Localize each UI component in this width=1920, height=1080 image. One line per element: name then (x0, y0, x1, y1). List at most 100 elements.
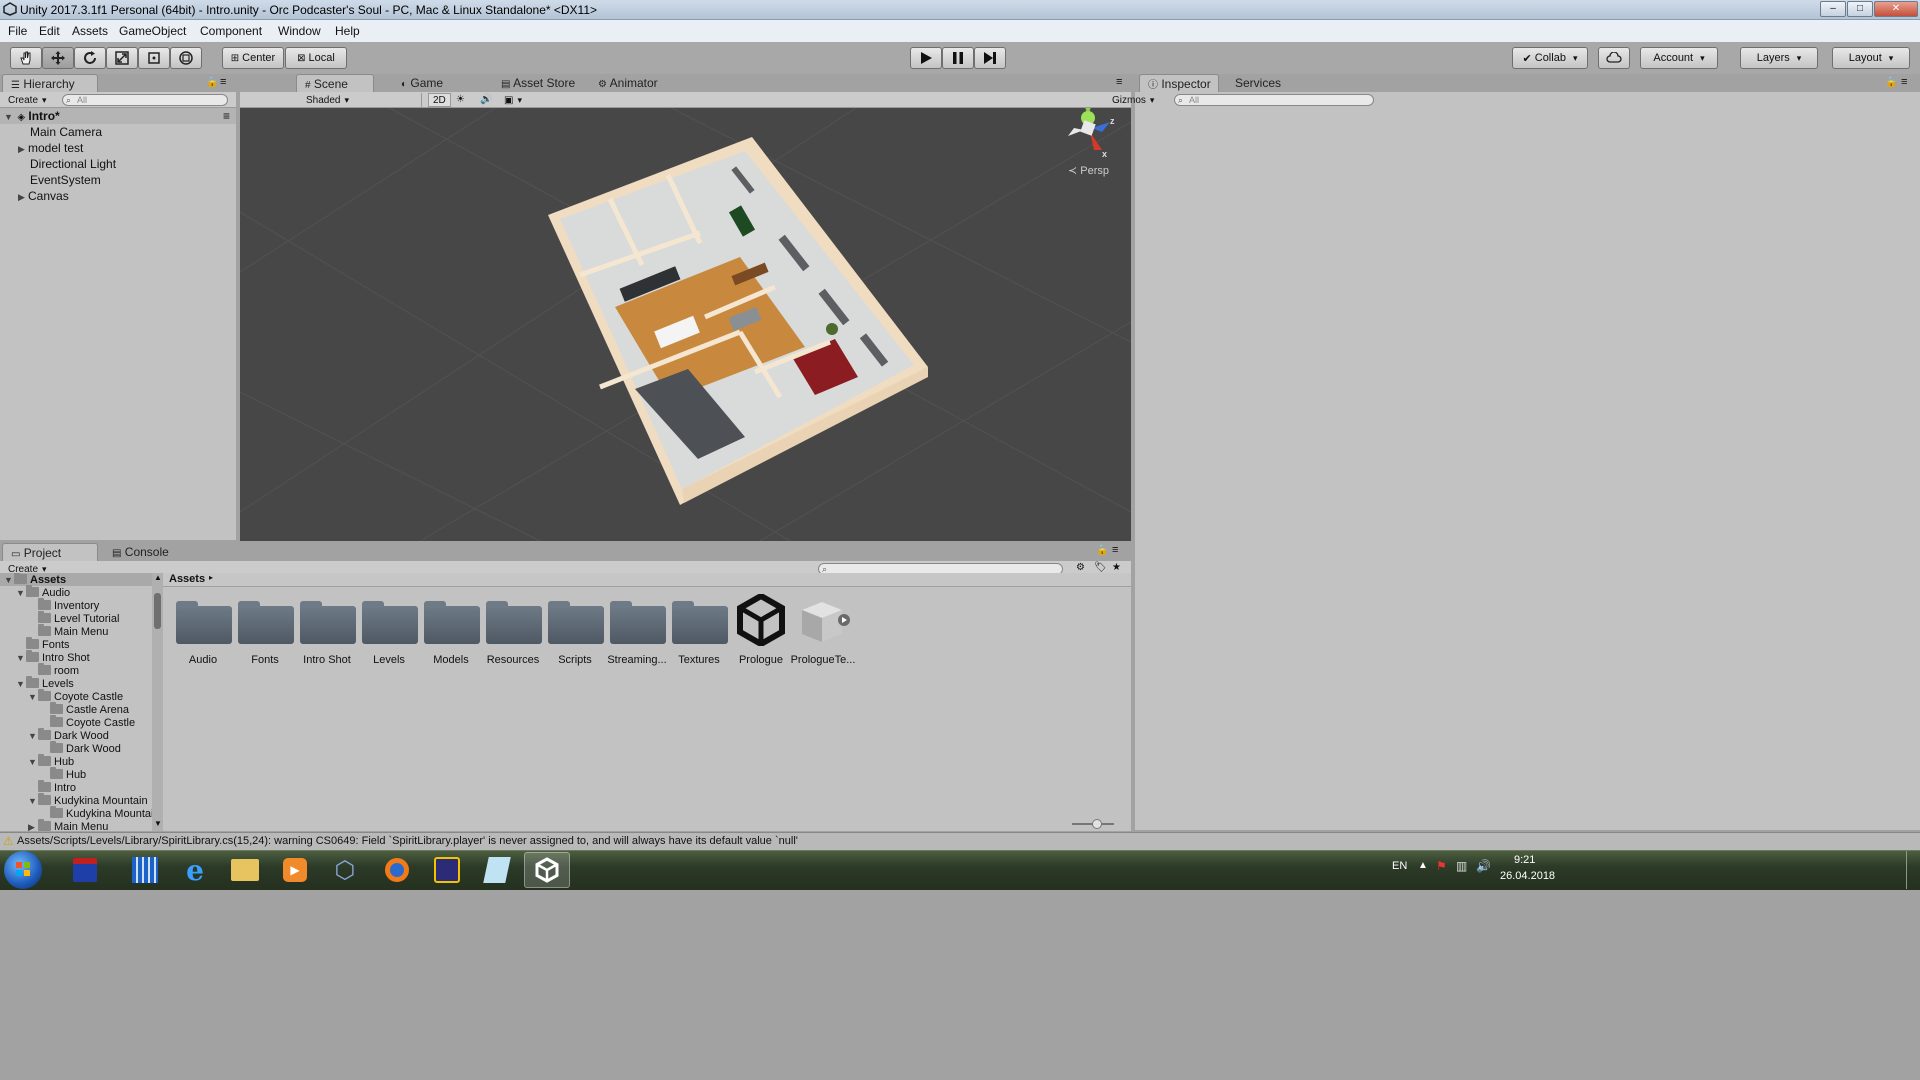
collab-dropdown[interactable]: ✔ Collab (1512, 47, 1588, 69)
taskbar-media-player[interactable]: ▶ (272, 852, 318, 888)
space-toggle[interactable]: ⊠ Local (285, 47, 347, 69)
taskbar-save-app[interactable] (62, 852, 108, 888)
layers-dropdown[interactable]: Layers (1740, 47, 1818, 69)
scroll-up-icon[interactable]: ▲ (154, 573, 162, 582)
menu-component[interactable]: Component (200, 24, 262, 38)
gizmos-dropdown[interactable]: Gizmos (1108, 93, 1158, 107)
2d-toggle[interactable]: 2D (428, 93, 451, 107)
lock-icon[interactable]: 🔒 (206, 77, 218, 88)
slider-thumb[interactable] (1092, 819, 1102, 829)
flag-icon[interactable]: ⚑ (1436, 859, 1447, 873)
tree-item[interactable]: ▶ Main Menu (0, 819, 152, 831)
hierarchy-item[interactable]: Main Camera (30, 124, 102, 140)
scroll-down-icon[interactable]: ▼ (154, 819, 162, 828)
breadcrumb-assets[interactable]: Assets (169, 573, 205, 585)
scene-row[interactable]: ▼ ◈ Intro* ≡ (0, 108, 236, 124)
taskbar-unity[interactable] (524, 852, 570, 888)
tab-services[interactable]: Services (1227, 74, 1289, 92)
volume-icon[interactable]: 🔊 (1476, 859, 1491, 873)
tab-project[interactable]: ▭ Project (2, 543, 98, 561)
close-button[interactable]: ✕ (1874, 1, 1918, 17)
tree-item[interactable]: Main Menu (0, 624, 152, 638)
show-hidden-icons[interactable]: ▲ (1418, 860, 1428, 871)
orientation-gizmo[interactable] (1058, 98, 1128, 168)
start-button[interactable] (4, 851, 42, 889)
network-icon[interactable]: ▥ (1456, 859, 1467, 873)
menu-edit[interactable]: Edit (39, 24, 60, 38)
effects-icon[interactable]: ▣ (500, 93, 526, 107)
menu-file[interactable]: File (8, 24, 27, 38)
tree-item[interactable]: ▼ Intro Shot (0, 650, 152, 664)
cloud-button[interactable] (1598, 47, 1630, 69)
scene-menu-icon[interactable]: ≡ (223, 108, 230, 124)
rect-tool-button[interactable] (138, 47, 170, 69)
hierarchy-item[interactable]: EventSystem (30, 172, 101, 188)
tree-item[interactable]: ▼ Audio (0, 585, 152, 599)
tree-item[interactable]: Coyote Castle (0, 715, 152, 729)
tree-item[interactable]: ▼ Assets (0, 573, 152, 586)
tree-item[interactable]: ▼ Coyote Castle (0, 689, 152, 703)
pivot-toggle[interactable]: ⊞ Center (222, 47, 284, 69)
taskbar-internet-explorer[interactable]: e (172, 852, 218, 888)
scene-view[interactable]: y z x ■ ≺ Persp (240, 92, 1131, 541)
hierarchy-item[interactable]: ▶ model test (18, 140, 83, 156)
menu-assets[interactable]: Assets (72, 24, 108, 38)
minimize-button[interactable]: ‒ (1820, 1, 1846, 17)
tree-item[interactable]: ▼ Kudykina Mountain (0, 793, 152, 807)
menu-gameobject[interactable]: GameObject (119, 24, 186, 38)
expand-right-icon[interactable]: ▶ (28, 821, 38, 831)
layout-dropdown[interactable]: Layout (1832, 47, 1910, 69)
clock-time[interactable]: 9:21 (1514, 854, 1535, 866)
tree-item[interactable]: Castle Arena (0, 702, 152, 716)
lighting-icon[interactable]: ☀ (452, 93, 469, 107)
panel-menu-icon[interactable]: ≡ (1901, 76, 1907, 88)
taskbar-game-maker[interactable] (424, 852, 470, 888)
taskbar-notepad[interactable] (474, 852, 520, 888)
taskbar-blender[interactable] (374, 852, 420, 888)
icon-size-slider[interactable] (1072, 819, 1114, 829)
scale-tool-button[interactable] (106, 47, 138, 69)
filter-type-icon[interactable]: ⚙ (1076, 562, 1085, 573)
hierarchy-create-button[interactable]: Create (4, 93, 51, 107)
transform-tool-button[interactable] (170, 47, 202, 69)
menu-help[interactable]: Help (335, 24, 360, 38)
tree-item[interactable]: Dark Wood (0, 741, 152, 755)
tab-asset-store[interactable]: ▤ Asset Store (493, 74, 583, 92)
panel-menu-icon[interactable]: ≡ (1116, 76, 1122, 88)
step-button[interactable] (974, 47, 1006, 69)
lock-icon[interactable]: 🔒 (1885, 77, 1897, 88)
pause-button[interactable] (942, 47, 974, 69)
draw-mode-dropdown[interactable]: Shaded (302, 93, 422, 107)
show-desktop-button[interactable] (1906, 851, 1920, 889)
hand-tool-button[interactable] (10, 47, 42, 69)
tree-item[interactable]: Level Tutorial (0, 611, 152, 625)
tree-item[interactable]: Fonts (0, 637, 152, 651)
tab-scene[interactable]: # Scene (296, 74, 374, 92)
tree-item[interactable]: ▼ Hub (0, 754, 152, 768)
rotate-tool-button[interactable] (74, 47, 106, 69)
taskbar-file-explorer[interactable] (222, 852, 268, 888)
account-dropdown[interactable]: Account (1640, 47, 1718, 69)
move-tool-button[interactable] (42, 47, 74, 69)
panel-menu-icon[interactable]: ≡ (1112, 544, 1118, 556)
tab-hierarchy[interactable]: ☰ Hierarchy (2, 74, 98, 92)
tree-item[interactable]: Hub (0, 767, 152, 781)
tab-game[interactable]: ◐ Game (393, 74, 451, 92)
tree-item[interactable]: Kudykina Mountain (0, 806, 152, 820)
tree-item[interactable]: room (0, 663, 152, 677)
projection-toggle[interactable]: ≺ Persp (1068, 164, 1109, 177)
hierarchy-item[interactable]: ▶ Canvas (18, 188, 69, 204)
apartment-model[interactable] (540, 137, 930, 517)
scene-search-input[interactable]: All (1174, 94, 1374, 106)
tree-item[interactable]: ▼ Levels (0, 676, 152, 690)
status-bar[interactable]: ⚠ Assets/Scripts/Levels/Library/SpiritLi… (0, 832, 1920, 850)
favorite-star-icon[interactable]: ★ (1112, 562, 1121, 573)
hierarchy-search-input[interactable]: All (62, 94, 228, 106)
tree-item[interactable]: Inventory (0, 598, 152, 612)
taskbar-virtualbox[interactable]: ⬡ (322, 852, 368, 888)
lock-icon[interactable]: 🔒 (1096, 545, 1108, 556)
tab-console[interactable]: ▤ Console (104, 543, 177, 561)
expand-down-icon[interactable]: ▼ (4, 109, 14, 125)
play-button[interactable] (910, 47, 942, 69)
clock-date[interactable]: 26.04.2018 (1500, 870, 1555, 882)
